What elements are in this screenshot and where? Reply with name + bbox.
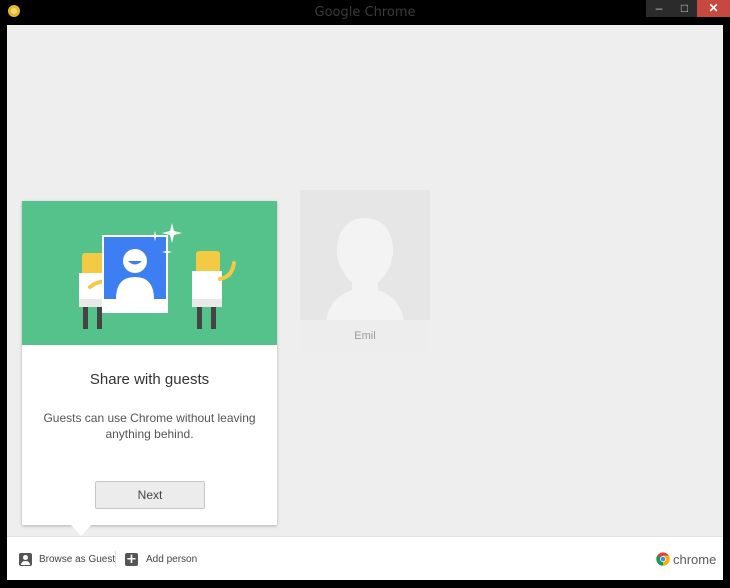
chrome-logo-icon — [656, 552, 670, 566]
card-pointer — [70, 524, 92, 536]
add-person-label: Add person — [146, 553, 198, 565]
title-bar: Google Chrome – □ ✕ — [0, 0, 730, 24]
profile-tile[interactable]: Emil — [300, 190, 430, 352]
guest-icon — [19, 552, 32, 566]
profile-name: Emil — [300, 320, 430, 352]
add-person-icon: + — [125, 551, 138, 567]
chrome-brand-text: chrome — [673, 551, 717, 567]
browse-as-guest-button[interactable]: Browse as Guest — [19, 537, 115, 581]
guest-illustration-art — [79, 223, 236, 329]
divider — [115, 551, 116, 567]
browse-as-guest-label: Browse as Guest — [39, 553, 116, 565]
chrome-brand: chrome — [656, 537, 716, 581]
add-person-button[interactable]: + Add person — [125, 537, 197, 581]
minimize-button[interactable]: – — [646, 0, 672, 17]
card-title: Share with guests — [89, 371, 210, 388]
close-button[interactable]: ✕ — [697, 0, 730, 17]
bottom-bar: Browse as Guest + Add person chrome — [7, 536, 723, 580]
next-button[interactable]: Next — [95, 481, 205, 509]
maximize-button[interactable]: □ — [672, 0, 697, 17]
card-description: Guests can use Chrome without leaving an… — [43, 411, 256, 441]
window-title: Google Chrome — [314, 5, 416, 20]
guest-tutorial-card: Share with guests Guests can use Chrome … — [22, 201, 277, 525]
guest-illustration — [22, 201, 277, 345]
avatar-silhouette-icon — [326, 218, 404, 320]
